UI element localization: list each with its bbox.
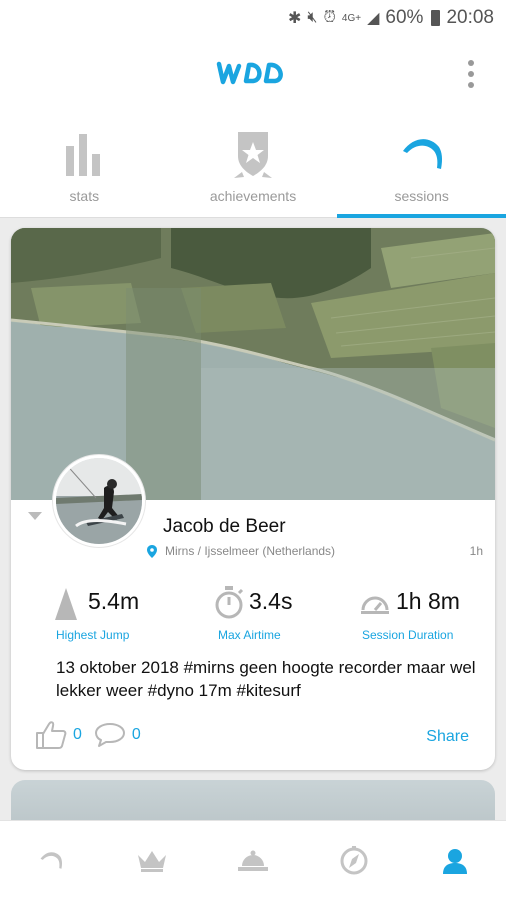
dome-icon — [238, 850, 268, 871]
post-text: 13 oktober 2018 #mirns geen hoogte recor… — [56, 658, 476, 700]
bottom-nav — [0, 820, 506, 900]
tab-bar: stats achievements sessions — [0, 112, 506, 218]
session-stats: 5.4m Highest Jump 3.4s Max Airtime 1h 8m… — [11, 584, 495, 644]
nav-spots[interactable] — [202, 821, 303, 900]
crown-icon — [137, 850, 166, 872]
bluetooth-icon: ✱ — [287, 10, 302, 27]
time-ago: 1h — [469, 544, 483, 558]
location-text: Mirns / Ijsselmeer (Netherlands) — [165, 544, 336, 558]
session-card[interactable]: Jacob de Beer Mirns / Ijsselmeer (Nether… — [11, 228, 495, 770]
clock: 20:08 — [446, 7, 494, 28]
more-vertical-icon[interactable] — [466, 60, 476, 88]
session-arc-icon — [402, 139, 442, 169]
stat-value: 1h 8m — [396, 588, 460, 614]
duration-icon — [361, 596, 389, 614]
stat-label: Max Airtime — [218, 628, 281, 642]
share-button[interactable]: Share — [426, 728, 469, 746]
tab-label: stats — [69, 188, 100, 204]
comment-icon[interactable] — [94, 722, 126, 748]
tab-sessions[interactable]: sessions — [337, 112, 506, 218]
stat-value: 5.4m — [88, 588, 140, 614]
like-count[interactable]: 0 — [73, 726, 82, 744]
user-name[interactable]: Jacob de Beer — [163, 516, 286, 538]
battery-icon — [431, 10, 441, 26]
tab-label: achievements — [209, 188, 297, 204]
tab-achievements[interactable]: achievements — [169, 112, 338, 217]
nav-profile[interactable] — [405, 821, 506, 900]
bar-chart-icon — [66, 134, 101, 176]
stopwatch-icon — [215, 586, 244, 619]
collapse-caret-icon[interactable] — [28, 512, 42, 520]
battery-percent: 60% — [385, 7, 424, 28]
jump-icon — [55, 588, 77, 620]
mute-icon: 🔇︎ — [307, 9, 318, 26]
nav-leaderboard[interactable] — [101, 821, 202, 900]
stat-value: 3.4s — [249, 588, 293, 614]
woo-logo — [216, 61, 283, 85]
social-actions: 0 0 — [35, 720, 141, 750]
profile-icon — [443, 848, 468, 874]
network-type: 4G+ — [341, 12, 362, 24]
stat-label: Highest Jump — [56, 628, 130, 642]
app-header — [0, 36, 506, 112]
location-pin-icon — [147, 544, 157, 558]
signal-icon: ◢ — [367, 10, 380, 27]
session-arc-icon — [40, 851, 62, 869]
avatar[interactable] — [53, 455, 145, 547]
nav-sessions[interactable] — [0, 821, 101, 900]
location[interactable]: Mirns / Ijsselmeer (Netherlands) — [147, 544, 335, 558]
badge-icon — [234, 132, 272, 178]
tab-stats[interactable]: stats — [0, 112, 169, 217]
kitesurfer-photo — [56, 458, 142, 544]
compass-icon — [340, 845, 368, 874]
status-bar: ✱ 🔇︎ ⏰︎ 4G+ ◢ 60% 20:08 — [0, 0, 506, 36]
like-icon[interactable] — [35, 720, 67, 750]
nav-explore[interactable] — [304, 821, 405, 900]
stat-label: Session Duration — [362, 628, 454, 642]
tab-label: sessions — [394, 188, 449, 204]
alarm-icon: ⏰︎ — [323, 9, 336, 26]
comment-count[interactable]: 0 — [132, 726, 141, 744]
